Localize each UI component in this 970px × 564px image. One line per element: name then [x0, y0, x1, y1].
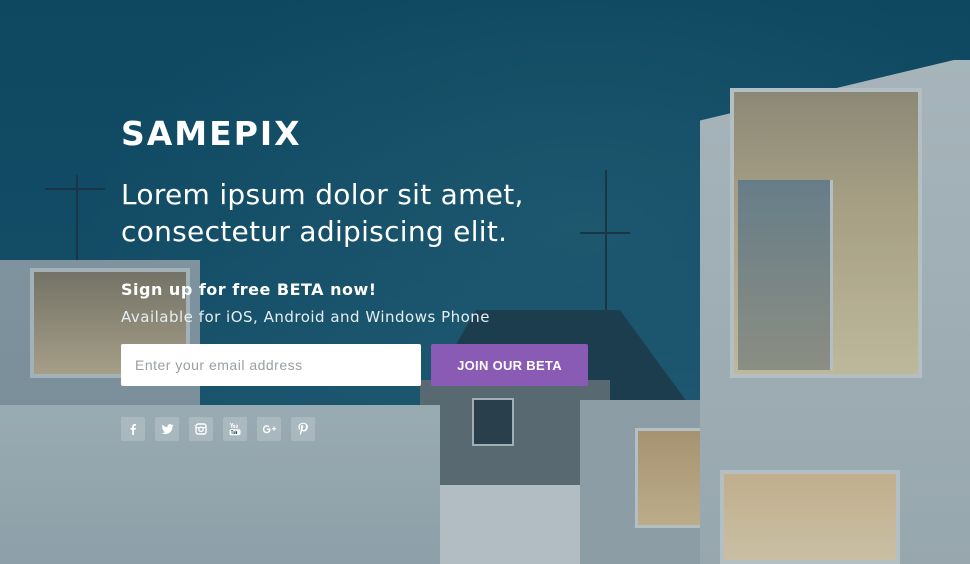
logo: SAMEPIX — [121, 114, 302, 153]
google-plus-icon — [262, 424, 276, 433]
google-plus-link[interactable] — [257, 417, 281, 441]
platforms-text: Available for iOS, Android and Windows P… — [121, 308, 491, 326]
headline-line-1: Lorem ipsum dolor sit amet, — [121, 178, 524, 211]
facebook-link[interactable] — [121, 417, 145, 441]
join-beta-button[interactable]: JOIN OUR BETA — [431, 344, 588, 386]
twitter-icon — [161, 424, 173, 435]
facebook-icon — [130, 424, 136, 435]
social-links — [121, 417, 721, 441]
youtube-link[interactable] — [223, 417, 247, 441]
instagram-link[interactable] — [189, 417, 213, 441]
email-input[interactable] — [121, 344, 421, 386]
instagram-icon — [195, 423, 207, 435]
signup-form: JOIN OUR BETA — [121, 344, 721, 386]
twitter-link[interactable] — [155, 417, 179, 441]
headline: Lorem ipsum dolor sit amet, consectetur … — [121, 176, 721, 250]
pinterest-icon — [298, 422, 308, 436]
signup-title: Sign up for free BETA now! — [121, 280, 377, 299]
hero-section: SAMEPIX Lorem ipsum dolor sit amet, cons… — [0, 0, 970, 564]
headline-line-2: consectetur adipiscing elit. — [121, 215, 508, 248]
pinterest-link[interactable] — [291, 417, 315, 441]
youtube-icon — [229, 423, 241, 436]
hero-content: SAMEPIX Lorem ipsum dolor sit amet, cons… — [121, 114, 721, 441]
